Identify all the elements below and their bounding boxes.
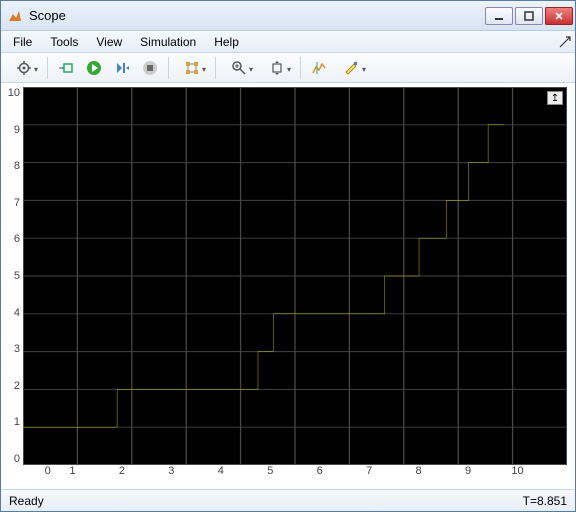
minimize-button[interactable] [485,7,513,25]
status-time: T=8.851 [523,494,567,508]
x-tick: 1 [48,465,97,485]
maximize-button[interactable] [515,7,543,25]
status-text: Ready [9,494,44,508]
y-tick: 6 [14,233,20,245]
x-tick: 5 [246,465,295,485]
separator [215,57,216,79]
step-forward-button[interactable] [110,56,134,80]
menu-file[interactable]: File [5,33,40,51]
separator [300,57,301,79]
play-icon [86,60,102,76]
zoom-icon [231,60,247,76]
signal-statistics-button[interactable] [335,56,369,80]
statusbar: Ready T=8.851 [1,489,575,511]
y-tick: 8 [14,160,20,172]
x-tick: 8 [394,465,443,485]
x-axis: 012345678910 [23,465,567,485]
signal-trace [23,87,567,465]
x-tick: 9 [443,465,492,485]
cursor-icon [311,60,327,76]
zoom-button[interactable] [222,56,256,80]
y-tick: 7 [14,197,20,209]
pencil-ruler-icon [344,60,360,76]
triggers-button[interactable] [175,56,209,80]
menu-tools[interactable]: Tools [42,33,86,51]
plot: 109876543210 ↥ [5,87,567,465]
y-axis: 109876543210 [5,87,23,465]
close-button[interactable] [545,7,573,25]
x-tick: 10 [493,465,542,485]
y-tick: 2 [14,380,20,392]
y-tick: 5 [14,270,20,282]
separator [47,57,48,79]
y-tick: 10 [8,87,20,99]
menu-view[interactable]: View [88,33,130,51]
menu-corner-icon[interactable] [559,36,571,48]
scale-axes-button[interactable] [260,56,294,80]
y-tick: 9 [14,124,20,136]
x-tick: 2 [97,465,146,485]
stop-icon [142,60,158,76]
separator [168,57,169,79]
plot-canvas[interactable]: ↥ [23,87,567,465]
highlight-icon [58,60,74,76]
y-tick: 1 [14,416,20,428]
window-controls [485,7,573,25]
stop-button[interactable] [138,56,162,80]
cursor-measurements-button[interactable] [307,56,331,80]
scale-icon [269,60,285,76]
triggers-icon [184,60,200,76]
menu-help[interactable]: Help [206,33,247,51]
menu-simulation[interactable]: Simulation [132,33,204,51]
y-tick: 0 [14,453,20,465]
x-tick: 4 [196,465,245,485]
window-title: Scope [29,8,485,23]
gear-icon [16,60,32,76]
scope-window: Scope File Tools View Simulation Help 10… [0,0,576,512]
x-tick: 6 [295,465,344,485]
plot-area: 109876543210 ↥ 012345678910 [1,83,575,489]
titlebar: Scope [1,1,575,31]
maximize-axes-icon[interactable]: ↥ [547,91,563,105]
toolbar [1,53,575,83]
y-tick: 4 [14,307,20,319]
highlight-block-button[interactable] [54,56,78,80]
configuration-button[interactable] [7,56,41,80]
x-tick: 3 [147,465,196,485]
run-button[interactable] [82,56,106,80]
y-tick: 3 [14,343,20,355]
x-tick: 7 [344,465,393,485]
step-icon [114,60,130,76]
menubar: File Tools View Simulation Help [1,31,575,53]
matlab-icon [7,8,23,24]
